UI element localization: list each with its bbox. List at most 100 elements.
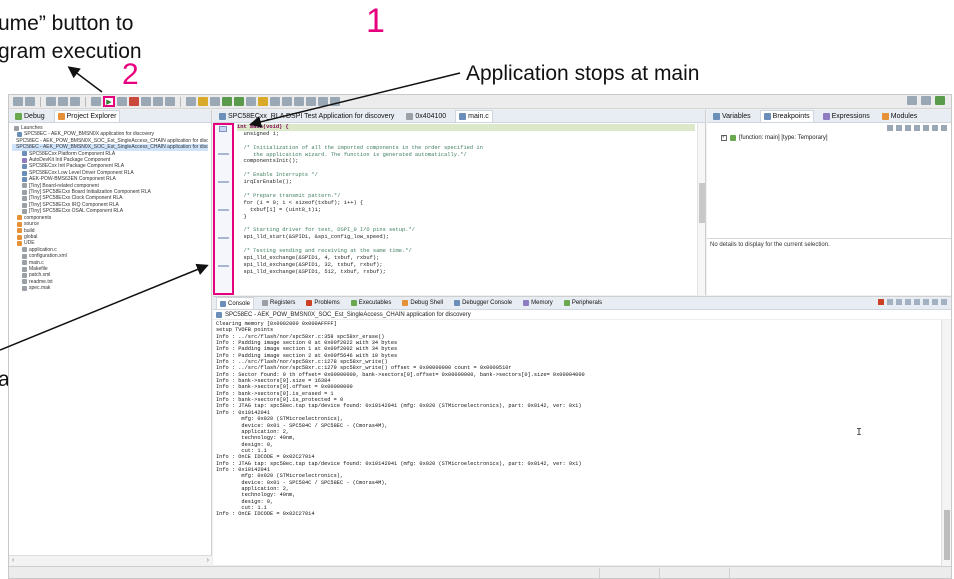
text-cursor-icon: I [856, 427, 863, 438]
left-horizontal-scrollbar[interactable]: ‹ › [9, 555, 212, 565]
tab-problems[interactable]: Problems [303, 297, 342, 309]
tab-breakpoints[interactable]: Breakpoints [759, 110, 814, 122]
display-console-icon[interactable] [932, 299, 938, 305]
new-console-icon[interactable] [941, 299, 947, 305]
scroll-lock-icon[interactable] [905, 299, 911, 305]
toolbar-button[interactable] [46, 97, 56, 106]
tree-item-icon [22, 285, 27, 291]
tab-label: Project Explorer [66, 113, 117, 120]
word-wrap-icon[interactable] [914, 299, 920, 305]
code-line: spi_lld_start(&SPID1, &spi_config_low_sp… [237, 234, 390, 241]
console-session-bar: SPC58EC - AEK_POW_BMSN0X_SOC_Est_SingleA… [213, 310, 951, 320]
toolbar-button[interactable] [70, 97, 80, 106]
project-explorer-panel: Debug Project Explorer Launches SPC58EC -… [9, 110, 212, 565]
tree-item-icon [22, 157, 27, 163]
tab-debugger-console[interactable]: Debugger Console [451, 297, 515, 309]
toolbar-button[interactable] [294, 97, 304, 106]
toolbar-button[interactable] [330, 97, 340, 106]
console-output[interactable]: Clearing memory [0x0002000 0x000AFFFF] se… [216, 321, 937, 518]
tree-item-icon [22, 196, 27, 202]
perspective-button[interactable] [921, 96, 931, 105]
gutter-mark [218, 153, 229, 155]
breakpoint-label: [function: main] [type: Temporary] [739, 134, 828, 141]
collapse-icon[interactable] [923, 125, 929, 131]
tree-item-icon [17, 234, 22, 240]
code-line: componentsInit(); [237, 158, 299, 165]
tab-peripherals[interactable]: Peripherals [561, 297, 605, 309]
tab-variables[interactable]: Variables [710, 110, 754, 122]
toolbar-button[interactable] [270, 97, 280, 106]
editor-scrollbar[interactable] [697, 123, 705, 295]
tree-item-icon [17, 241, 22, 247]
toolbar-separator [40, 96, 41, 107]
remove-all-icon[interactable] [896, 125, 902, 131]
resume-button[interactable]: ▶ [103, 96, 115, 107]
tab-modules[interactable]: Modules [879, 110, 920, 122]
step-return-button[interactable] [165, 97, 175, 106]
step-into-button[interactable] [141, 97, 151, 106]
pin-console-icon[interactable] [923, 299, 929, 305]
suspend-button[interactable] [117, 97, 127, 106]
breakpoint-row[interactable]: ✓ [function: main] [type: Temporary] [707, 133, 951, 142]
scroll-left-icon[interactable]: ‹ [12, 557, 14, 564]
toolbar-button[interactable] [58, 97, 68, 106]
debug-run-button[interactable] [222, 97, 232, 106]
tab-executables[interactable]: Executables [348, 297, 395, 309]
tree-item-icon [17, 215, 22, 221]
code-line: spi_lld_exchange(&SPID1, 512, txbuf, rxb… [237, 268, 386, 275]
toolbar-button[interactable] [198, 97, 208, 106]
toolbar-button[interactable] [258, 97, 268, 106]
remove-icon[interactable] [887, 125, 893, 131]
tree-item-icon [22, 260, 27, 266]
search-icon[interactable] [907, 96, 917, 105]
toolbar-button[interactable] [246, 97, 256, 106]
tab-registers[interactable]: Registers [259, 297, 298, 309]
console-panel: Console Registers Problems Executables Debug… [213, 296, 951, 566]
tab-debug-shell[interactable]: Debug Shell [399, 297, 446, 309]
toolbar-separator [180, 96, 181, 107]
tab-expressions[interactable]: Expressions [820, 110, 873, 122]
toolbar-button[interactable] [13, 97, 23, 106]
code-area[interactable]: int main(void) { unsigned i; /* Initiali… [237, 124, 695, 276]
tree-item[interactable]: spec.mak [12, 285, 208, 291]
tree-item-icon [22, 176, 27, 182]
toolbar-button[interactable] [25, 97, 35, 106]
editor-tab-main-c[interactable]: main.c [455, 110, 493, 122]
tab-memory[interactable]: Memory [520, 297, 556, 309]
toolbar-button[interactable] [91, 97, 101, 106]
step-over-button[interactable] [153, 97, 163, 106]
toolbar-button[interactable] [306, 97, 316, 106]
tree-item-icon [22, 183, 27, 189]
terminate-button[interactable] [129, 97, 139, 106]
expand-icon[interactable] [932, 125, 938, 131]
editor-tab-address[interactable]: 0x404100 [403, 110, 449, 122]
tab-project-explorer[interactable]: Project Explorer [53, 110, 121, 122]
toolbar-button[interactable] [186, 97, 196, 106]
clear-console-icon[interactable] [896, 299, 902, 305]
editor-tab-application[interactable]: SPC58ECxx_RLA DSPI Test Application for … [216, 110, 397, 122]
remove-launch-icon[interactable] [887, 299, 893, 305]
link-icon[interactable] [914, 125, 920, 131]
console-scrollbar[interactable] [941, 320, 951, 566]
tab-console[interactable]: Console [216, 297, 255, 309]
tree-item-icon [22, 273, 27, 279]
run-button[interactable] [234, 97, 244, 106]
gutter-mark [218, 181, 229, 183]
scroll-thumb[interactable] [944, 510, 950, 560]
scroll-thumb[interactable] [699, 183, 705, 223]
debug-perspective-button[interactable] [935, 96, 945, 105]
skip-icon[interactable] [905, 125, 911, 131]
breakpoints-icon [763, 113, 771, 120]
scroll-right-icon[interactable]: › [207, 557, 209, 564]
toolbar-button[interactable] [282, 97, 292, 106]
editor-gutter-highlight[interactable] [213, 123, 234, 295]
toolbar-button[interactable] [210, 97, 220, 106]
toolbar-button[interactable] [318, 97, 328, 106]
checkbox[interactable]: ✓ [721, 134, 727, 141]
menu-icon[interactable] [941, 125, 947, 131]
arrow-to-resume-caption [67, 66, 103, 93]
tab-debug[interactable]: Debug [12, 110, 48, 122]
terminate-icon[interactable] [878, 299, 884, 305]
breakpoints-toolbar [707, 123, 951, 133]
